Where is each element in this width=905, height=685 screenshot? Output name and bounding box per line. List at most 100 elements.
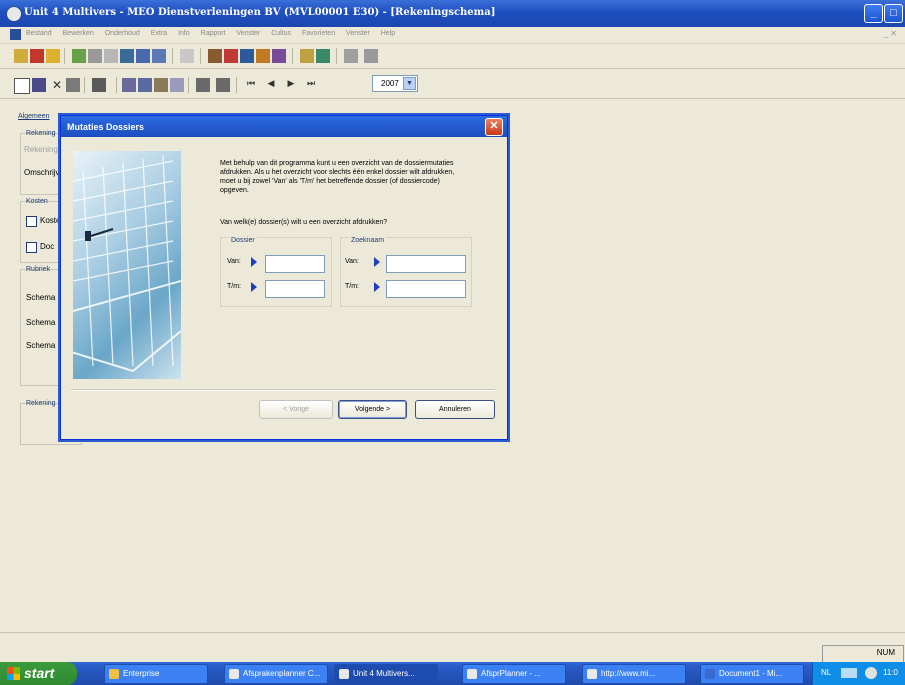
toolbar-separator <box>84 77 85 93</box>
group-kosten-label: Kosten <box>26 198 48 205</box>
dossier-van-input[interactable] <box>265 255 325 273</box>
year-select[interactable]: 2007 ▼ <box>372 75 418 92</box>
taskbar-item-word[interactable]: Document1 - Mi... <box>700 664 804 684</box>
dialog-close-button[interactable]: ✕ <box>485 118 503 136</box>
menu-venster[interactable]: Venster <box>237 30 261 37</box>
dossier-tm-lookup-icon[interactable] <box>251 282 257 292</box>
toolbar-separator <box>172 48 173 64</box>
users-icon[interactable] <box>316 49 330 63</box>
minimize-button[interactable]: _ <box>864 4 883 23</box>
taskbar-item-afsprplanner[interactable]: AfsprPlanner - ... <box>462 664 566 684</box>
edit-icon[interactable] <box>30 49 44 63</box>
find-icon[interactable] <box>66 78 80 92</box>
maximize-button[interactable]: □ <box>884 4 903 23</box>
delete-icon[interactable]: ✕ <box>50 78 64 92</box>
zoeknaam-van-lookup-icon[interactable] <box>374 257 380 267</box>
save-icon[interactable] <box>14 49 28 63</box>
menu-venster-2[interactable]: Venster <box>346 30 370 37</box>
menu-favorieten[interactable]: Favorieten <box>302 30 335 37</box>
taskbar-item-multivers[interactable]: Unit 4 Multivers... <box>334 664 438 684</box>
paste-icon[interactable] <box>154 78 168 92</box>
menu-bestand[interactable]: Bestand <box>26 30 52 37</box>
dossier-van-lookup-icon[interactable] <box>251 257 257 267</box>
taskbar-item-browser[interactable]: http://www.mi... <box>582 664 686 684</box>
report-icon[interactable] <box>240 49 254 63</box>
taskbar-item-label: Afsprakenplanner C... <box>243 669 321 678</box>
wizard-illustration <box>73 151 181 379</box>
undo-icon[interactable] <box>170 78 184 92</box>
calendar-icon[interactable] <box>136 49 150 63</box>
taskbar-item-enterprise[interactable]: Enterprise <box>104 664 208 684</box>
tab-algemeen[interactable]: Algemeen <box>18 113 50 120</box>
menu-bewerken[interactable]: Bewerken <box>63 30 94 37</box>
checkbox-kostenplaats[interactable] <box>26 216 37 227</box>
dossier-tm-input[interactable] <box>265 280 325 298</box>
dossier-tm-label: T/m: <box>227 283 241 290</box>
disabled-icon-2[interactable] <box>104 49 118 63</box>
open-folder-icon[interactable] <box>46 49 60 63</box>
group-rekening-2-label: Rekening <box>26 400 56 407</box>
app-title: Unit 4 Multivers - MEO Dienstverleningen… <box>24 7 496 18</box>
previous-record-icon[interactable]: ◀ <box>264 78 278 92</box>
zoeknaam-tm-label: T/m: <box>345 283 359 290</box>
disabled-icon[interactable] <box>88 49 102 63</box>
first-record-icon[interactable]: ⏮ <box>244 78 258 92</box>
menu-cultus[interactable]: Cultus <box>271 30 291 37</box>
zoeknaam-van-input[interactable] <box>386 255 466 273</box>
chevron-down-icon[interactable]: ▼ <box>403 77 416 90</box>
taskbar-item-afsprakenplanner[interactable]: Afsprakenplanner C... <box>224 664 328 684</box>
print-setup-icon[interactable] <box>344 49 358 63</box>
cancel-button[interactable]: Annuleren <box>415 400 495 419</box>
user-icon[interactable] <box>300 49 314 63</box>
zoeknaam-van-label: Van: <box>345 258 359 265</box>
folder-icon[interactable] <box>256 49 270 63</box>
schema-label-2: Schema <box>26 318 56 327</box>
menu-help[interactable]: Help <box>381 30 395 37</box>
zoeknaam-tm-lookup-icon[interactable] <box>374 282 380 292</box>
key-icon[interactable] <box>272 49 286 63</box>
folder-icon <box>109 669 119 679</box>
save-disk-icon[interactable] <box>32 78 46 92</box>
filter-icon[interactable] <box>216 78 230 92</box>
menu-rapport[interactable]: Rapport <box>201 30 226 37</box>
previous-button[interactable]: < Vorige <box>259 400 333 419</box>
tray-network-icon[interactable] <box>865 667 877 679</box>
year-value: 2007 <box>381 79 399 88</box>
disabled-icon-3[interactable] <box>180 49 194 63</box>
dialog-separator <box>71 389 495 391</box>
menubar: Bestand Bewerken Onderhoud Extra Info Ra… <box>0 27 905 44</box>
cut-icon[interactable] <box>122 78 136 92</box>
refresh-icon[interactable] <box>72 49 86 63</box>
mdi-window-controls[interactable]: _ ✕ <box>884 29 897 38</box>
book-icon[interactable] <box>208 49 222 63</box>
next-button[interactable]: Volgende > <box>338 400 407 419</box>
menu-info[interactable]: Info <box>178 30 190 37</box>
print-icon[interactable] <box>92 78 106 92</box>
toolbar-separator <box>188 77 189 93</box>
menu-extra[interactable]: Extra <box>151 30 167 37</box>
dialog-intro-text: Met behulp van dit programma kunt u een … <box>220 160 455 194</box>
menu-onderhoud[interactable]: Onderhoud <box>105 30 140 37</box>
checkbox-doc[interactable] <box>26 242 37 253</box>
app-icon <box>229 669 239 679</box>
checkbox-doc-label: Doc <box>40 242 55 251</box>
sort-icon[interactable] <box>196 78 210 92</box>
status-panel: NUM <box>822 645 904 663</box>
mdi-child-icon[interactable] <box>10 29 21 40</box>
window-icon[interactable] <box>152 49 166 63</box>
zoeknaam-tm-input[interactable] <box>386 280 466 298</box>
new-document-icon[interactable] <box>14 78 30 94</box>
start-button[interactable]: start <box>0 662 77 685</box>
group-zoeknaam-label: Zoeknaam <box>349 237 387 244</box>
clock[interactable]: 11:0 <box>883 668 898 677</box>
browser-icon <box>467 669 477 679</box>
chart-icon[interactable] <box>224 49 238 63</box>
calculator-icon[interactable] <box>364 49 378 63</box>
globe-icon[interactable] <box>120 49 134 63</box>
copy-icon[interactable] <box>138 78 152 92</box>
language-indicator[interactable]: NL <box>821 668 831 677</box>
tray-app-icon[interactable] <box>841 668 857 678</box>
next-record-icon[interactable]: ▶ <box>284 78 298 92</box>
last-record-icon[interactable]: ⏭ <box>304 78 318 92</box>
windows-logo-icon <box>7 667 20 680</box>
